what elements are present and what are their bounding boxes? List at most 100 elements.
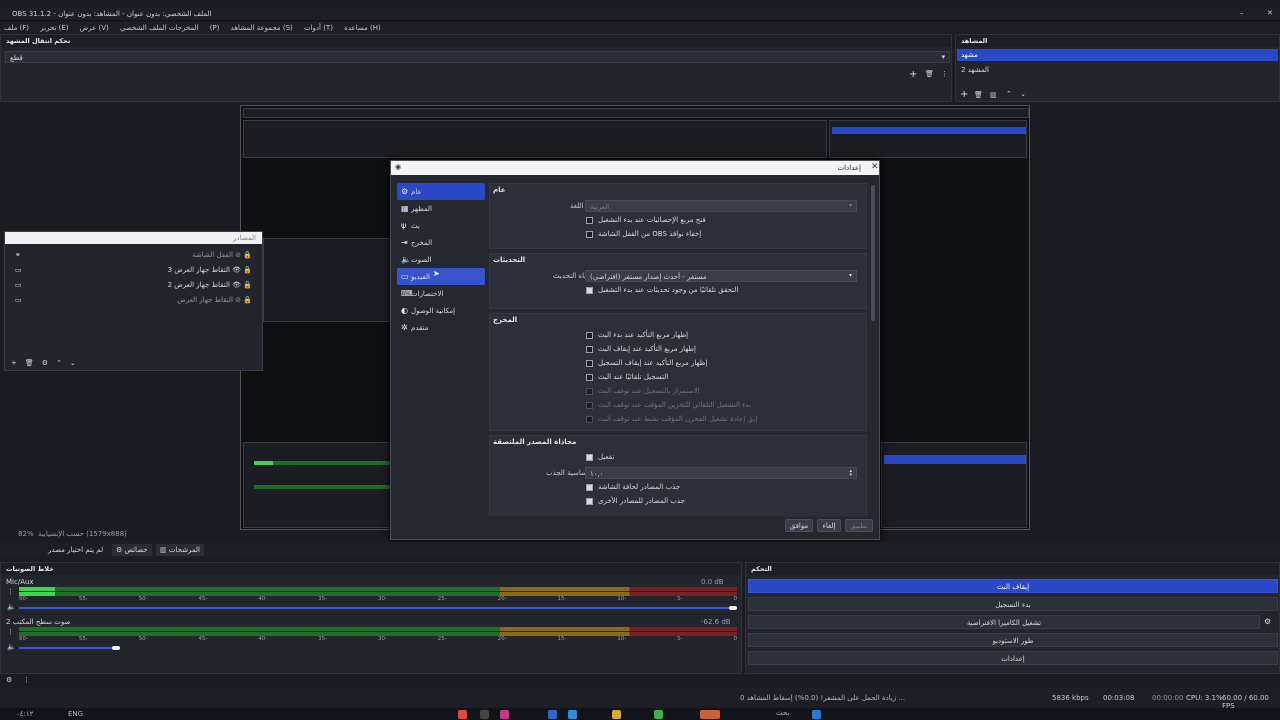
transition-select[interactable]: قطع ▾ <box>5 51 950 63</box>
sensitivity-spinbox[interactable]: ١٠,٠ ▴ ▾ <box>585 467 857 479</box>
volume-slider-knob[interactable] <box>729 606 737 610</box>
nav-stream[interactable]: ψ بث <box>397 217 485 234</box>
windows-start-icon[interactable] <box>812 710 821 719</box>
chrome-icon[interactable] <box>458 710 467 719</box>
source-row[interactable]: ▭ التقاط جهاز العرض 3 👁 🔒 <box>5 262 262 277</box>
language-indicator[interactable]: ENG <box>68 710 83 718</box>
source-row[interactable]: ⚭ القفل الشاشة ⊘ 🔒 <box>5 247 262 262</box>
properties-button[interactable]: ⚙ خصائص <box>112 544 152 556</box>
move-down-icon[interactable]: ⌄ <box>70 359 76 367</box>
option-row[interactable]: من القفل الشاشة OBS إخفاء نوافذ <box>490 227 866 241</box>
scrollbar[interactable] <box>871 185 875 321</box>
app-icon[interactable] <box>548 710 557 719</box>
more-icon[interactable]: ⋮ <box>23 676 30 684</box>
more-icon[interactable]: ⋮ <box>7 588 14 596</box>
move-up-icon[interactable]: ⌃ <box>1006 90 1012 98</box>
checkbox[interactable] <box>586 230 593 238</box>
option-row[interactable]: التسجيل تلقائيًا عند البث <box>490 370 866 384</box>
add-icon[interactable]: + <box>960 89 968 100</box>
nav-appearance[interactable]: ▦ المظهر <box>397 200 485 217</box>
lock-icon[interactable]: 🔒 <box>243 281 252 289</box>
close-icon[interactable]: ✕ <box>1267 9 1273 17</box>
spin-arrows-icon[interactable]: ▴ ▾ <box>849 469 852 478</box>
nav-advanced[interactable]: ✲ متقدم <box>397 319 485 336</box>
nav-accessibility[interactable]: ◐ إمكانية الوصول <box>397 302 485 319</box>
nav-hotkeys[interactable]: ⌨ الاختصارات <box>397 285 485 302</box>
app-icon[interactable] <box>700 710 720 719</box>
option-row[interactable]: جذب المصادر لحافة الشاشة <box>490 480 866 494</box>
checkbox[interactable] <box>586 331 593 339</box>
update-channel-select[interactable]: مستقر - أحدث إصدار مستقر (افتراضي) ▾ <box>585 270 857 282</box>
volume-slider[interactable] <box>19 647 120 649</box>
scene-item[interactable]: مشهد <box>957 49 1278 61</box>
scene-item[interactable]: المشهد 2 <box>957 64 1278 76</box>
start-recording-button[interactable]: بدء التسجيل <box>748 597 1278 611</box>
stop-streaming-button[interactable]: إيقاف البث <box>748 579 1278 593</box>
lock-icon[interactable]: 🔒 <box>243 266 252 274</box>
ok-button[interactable]: موافق <box>785 519 813 532</box>
apply-button[interactable]: تطبيق <box>845 519 873 532</box>
filters-button[interactable]: ▥ المرشحات <box>156 544 204 556</box>
gear-icon[interactable]: ⚙ <box>1264 617 1271 626</box>
menu-docks[interactable]: المخرجات <box>169 24 199 32</box>
checkbox[interactable] <box>586 497 593 505</box>
trash-icon[interactable]: 🗑 <box>974 91 983 99</box>
option-row[interactable]: إظهار مربع التأكيد عند بدء البث <box>490 328 866 342</box>
add-icon[interactable]: + <box>909 69 917 80</box>
option-row[interactable]: إظهار مربع التأكيد عند إيقاف البث <box>490 342 866 356</box>
option-row[interactable]: فتح مربع الإحصائيات عند بدء التشغيل <box>490 213 866 227</box>
virtual-camera-button[interactable]: تشغيل الكاميرا الافتراضية <box>748 615 1260 629</box>
nav-audio[interactable]: 🔈 الصوت <box>397 251 485 268</box>
menu-edit[interactable]: تحرير (E) <box>40 24 68 32</box>
trash-icon[interactable]: 🗑 <box>925 70 934 78</box>
nav-output[interactable]: ⇥ المخرج <box>397 234 485 251</box>
add-icon[interactable]: + <box>11 359 17 367</box>
more-icon[interactable]: ⋮ <box>7 628 14 636</box>
speaker-icon[interactable]: 🔈 <box>7 603 16 611</box>
volume-slider[interactable] <box>19 607 737 609</box>
studio-mode-button[interactable]: طور الاستوديو <box>748 633 1278 647</box>
volume-slider-knob[interactable] <box>111 646 120 650</box>
filter-icon[interactable]: ▥ <box>990 91 997 99</box>
menu-tools[interactable]: أدوات (T) <box>304 24 333 32</box>
speaker-icon[interactable]: 🔈 <box>7 643 16 651</box>
lock-icon[interactable]: 🔒 <box>243 251 252 259</box>
move-down-icon[interactable]: ⌄ <box>1020 90 1026 98</box>
close-icon[interactable]: ✕ <box>871 162 879 172</box>
menu-view[interactable]: عرض (V) <box>80 24 109 32</box>
language-select[interactable]: العربية ▾ <box>585 200 857 212</box>
checkbox[interactable] <box>586 216 593 224</box>
settings-button[interactable]: إعدادات <box>748 651 1278 665</box>
more-icon[interactable]: ⋮ <box>941 70 948 78</box>
option-row[interactable]: التحقق تلقائيًا من وجود تحديثات عند بدء … <box>490 283 866 297</box>
checkbox[interactable] <box>586 373 593 381</box>
checkbox[interactable] <box>586 453 593 461</box>
menu-file[interactable]: ملف (F) <box>4 24 29 32</box>
gear-icon[interactable]: ⚙ <box>6 676 12 684</box>
trash-icon[interactable]: 🗑 <box>25 359 34 367</box>
app-icon[interactable] <box>568 710 577 719</box>
app-icon[interactable] <box>480 710 489 719</box>
search-label[interactable]: بحث <box>776 709 789 717</box>
gear-icon[interactable]: ⚙ <box>42 359 48 367</box>
eye-off-icon[interactable]: ⊘ <box>235 296 241 304</box>
option-row[interactable]: جذب المصادر للمصادر الأخرى <box>490 494 866 508</box>
eye-icon[interactable]: 👁 <box>232 266 241 274</box>
source-row[interactable]: ▭ التقاط جهاز العرض ⊘ 🔒 <box>5 292 262 307</box>
preview-size-label[interactable]: حسب الإنسيابية (1579x888) <box>38 530 127 538</box>
menu-help[interactable]: مساعدة (H) <box>344 24 381 32</box>
nav-video[interactable]: ▭ الفيديو <box>397 268 485 285</box>
nav-general[interactable]: ⚙ عام <box>397 183 485 200</box>
minimize-icon[interactable]: – <box>1240 9 1244 17</box>
checkbox[interactable] <box>586 286 593 294</box>
checkbox[interactable] <box>586 359 593 367</box>
checkbox[interactable] <box>586 345 593 353</box>
eye-icon[interactable]: 👁 <box>232 281 241 289</box>
eye-off-icon[interactable]: ⊘ <box>235 251 241 259</box>
option-row[interactable]: تفعيل <box>490 450 866 464</box>
source-row[interactable]: ▭ التقاط جهاز العرض 2 👁 🔒 <box>5 277 262 292</box>
checkbox[interactable] <box>586 483 593 491</box>
lock-icon[interactable]: 🔒 <box>243 296 252 304</box>
menu-scene-collection[interactable]: مجموعة المشاهد (S) <box>231 24 293 32</box>
cancel-button[interactable]: إلغاء <box>817 519 841 532</box>
